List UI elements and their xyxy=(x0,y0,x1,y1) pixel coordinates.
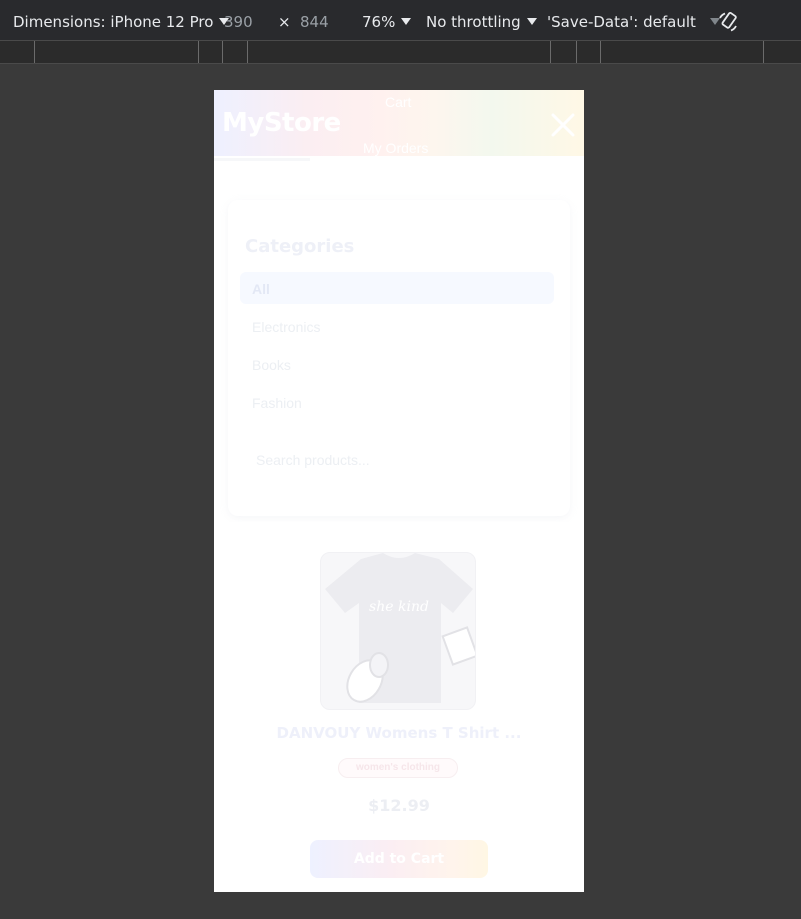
site-header: MyStore Cart My Orders xyxy=(214,90,584,156)
ruler-tick xyxy=(34,41,35,63)
search-input[interactable] xyxy=(240,440,554,480)
dimensions-label: Dimensions: iPhone 12 Pro xyxy=(13,13,214,31)
height-input[interactable]: 844 xyxy=(300,12,329,32)
ruler-tick xyxy=(198,41,199,63)
ruler-tick xyxy=(600,41,601,63)
store-logo[interactable]: MyStore xyxy=(222,108,341,138)
save-data-dropdown[interactable]: 'Save-Data': default xyxy=(547,12,720,32)
close-icon[interactable] xyxy=(550,112,576,138)
throttling-dropdown[interactable]: No throttling xyxy=(426,12,537,32)
tshirt-image: she kind xyxy=(325,553,475,703)
image-text: she kind xyxy=(369,599,429,615)
header-divider xyxy=(214,158,310,161)
category-item-fashion[interactable]: Fashion xyxy=(240,386,554,418)
device-toolbar: Dimensions: iPhone 12 Pro 390 × 844 76% … xyxy=(0,0,801,44)
nav-cart-link[interactable]: Cart xyxy=(385,94,411,110)
ruler-tick xyxy=(222,41,223,63)
chevron-down-icon xyxy=(526,18,537,25)
ruler-tick xyxy=(763,41,764,63)
device-viewport: MyStore Cart My Orders Categories All El… xyxy=(214,90,584,892)
product-price: $12.99 xyxy=(368,796,430,815)
dimension-separator: × xyxy=(278,13,291,31)
ruler-tick xyxy=(550,41,551,63)
zoom-label: 76% xyxy=(362,13,396,31)
rotate-icon[interactable] xyxy=(716,10,740,34)
width-input[interactable]: 390 xyxy=(224,12,253,32)
throttling-label: No throttling xyxy=(426,13,521,31)
nav-orders-link[interactable]: My Orders xyxy=(363,140,428,156)
svg-text:she kind: she kind xyxy=(369,599,429,615)
add-to-cart-button[interactable]: Add to Cart xyxy=(310,840,488,878)
ruler-tick xyxy=(576,41,577,63)
product-title[interactable]: DANVOUY Womens T Shirt ... xyxy=(214,724,584,742)
media-query-ruler xyxy=(0,40,801,64)
save-data-label: 'Save-Data': default xyxy=(547,13,696,31)
category-item-all[interactable]: All xyxy=(240,272,554,304)
chevron-down-icon xyxy=(401,18,412,25)
ruler-tick xyxy=(247,41,248,63)
category-badge: women's clothing xyxy=(338,758,458,778)
categories-title: Categories xyxy=(245,236,355,257)
category-item-electronics[interactable]: Electronics xyxy=(240,310,554,342)
category-item-books[interactable]: Books xyxy=(240,348,554,380)
product-image[interactable]: she kind xyxy=(320,552,476,710)
zoom-dropdown[interactable]: 76% xyxy=(362,12,412,32)
dimensions-dropdown[interactable]: Dimensions: iPhone 12 Pro xyxy=(13,12,230,32)
